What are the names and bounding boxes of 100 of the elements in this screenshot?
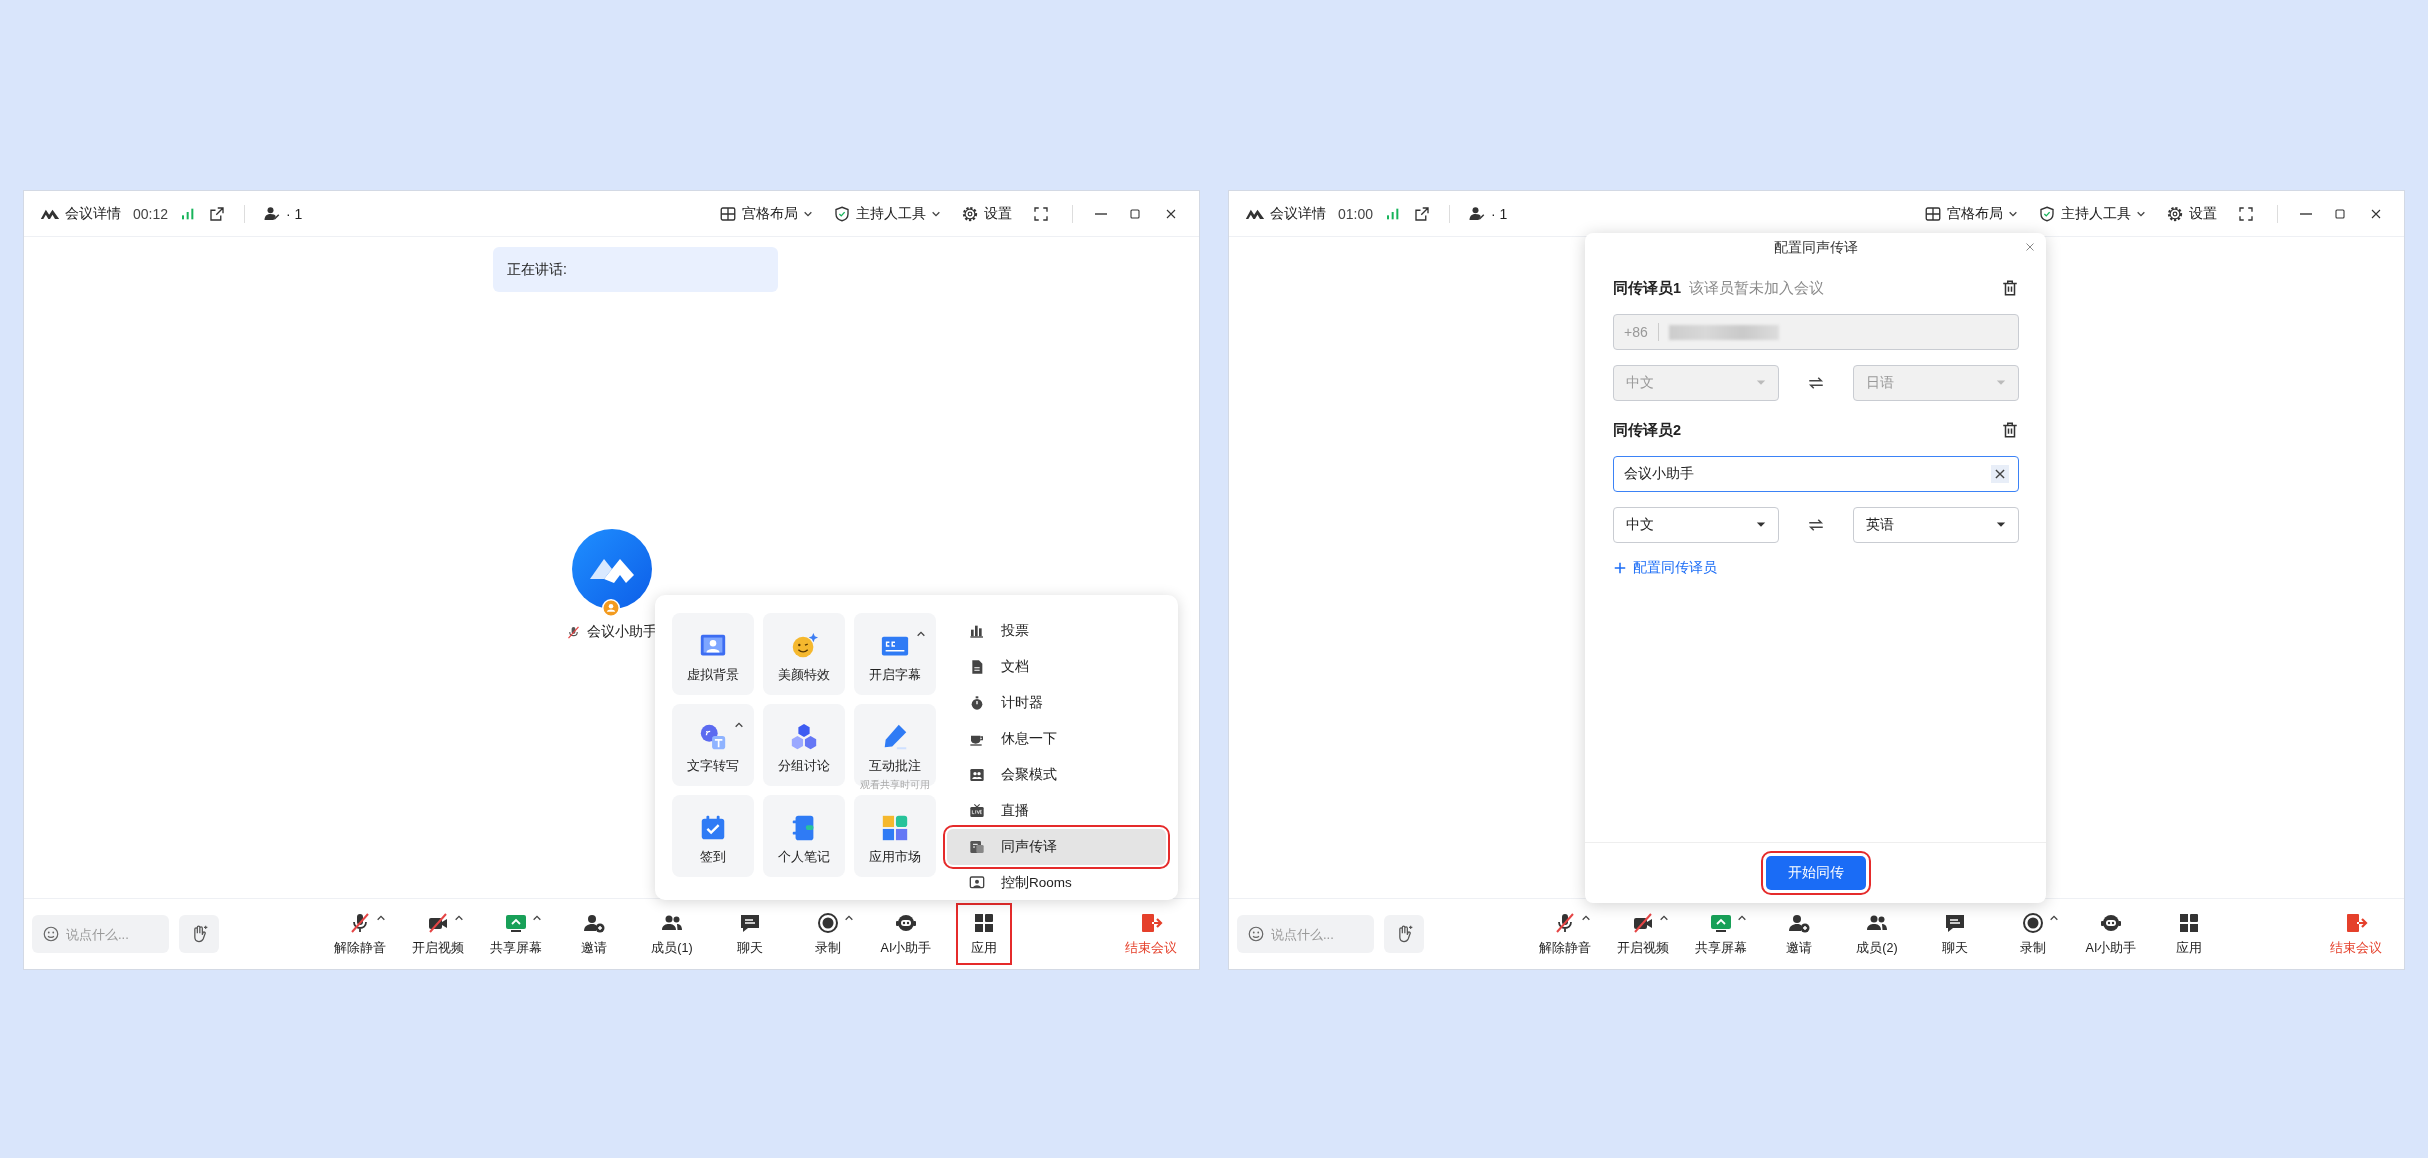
interpreter-status: 该译员暂未加入会议 xyxy=(1689,278,1825,298)
grid-icon xyxy=(719,204,737,223)
shield-icon xyxy=(2038,204,2056,223)
app-list-item[interactable]: 文档 xyxy=(947,649,1166,685)
toolbar-button[interactable]: 应用 xyxy=(2150,905,2228,963)
speaking-banner: 正在讲话: xyxy=(493,247,778,292)
toolbar-button[interactable]: 录制 xyxy=(1994,905,2072,963)
title-menu-button[interactable]: 主持人工具 xyxy=(2034,204,2150,223)
app-tile[interactable]: 虚拟背景 xyxy=(672,613,754,695)
title-menu-button[interactable]: 设置 xyxy=(2162,204,2221,223)
name-field[interactable]: 会议小助手 xyxy=(1613,456,2019,492)
smiley-icon xyxy=(1247,925,1265,943)
participant-count: · 1 xyxy=(286,205,303,222)
toolbar-button[interactable]: 开启视频 xyxy=(1604,905,1682,963)
record-icon xyxy=(816,911,840,935)
caret-icon xyxy=(1581,913,1591,923)
toolbar-button[interactable]: 共享屏幕 xyxy=(1682,905,1760,963)
fullscreen-icon xyxy=(2237,204,2255,223)
plus-icon xyxy=(1613,561,1627,575)
toolbar-button[interactable]: 解除静音 xyxy=(321,905,399,963)
raise-hand-button[interactable] xyxy=(1384,915,1424,953)
app-list-item[interactable]: 休息一下 xyxy=(947,721,1166,757)
interpreter-heading: 同传译员1 xyxy=(1613,278,1682,298)
muted-mic-icon xyxy=(1553,911,1577,935)
caret-icon xyxy=(1659,913,1669,923)
title-menu-button[interactable]: 宫格布局 xyxy=(715,204,817,223)
camera-off-icon xyxy=(1631,911,1655,935)
muted-mic-icon xyxy=(566,624,581,640)
window-title: 会议详情 xyxy=(1270,204,1326,223)
delete-button[interactable] xyxy=(2001,421,2019,439)
bar-chart-icon xyxy=(969,623,985,639)
interpreter-heading: 同传译员2 xyxy=(1613,420,1682,440)
end-meeting-button[interactable]: 结束会议 xyxy=(1117,911,1185,957)
external-link-icon xyxy=(1413,204,1432,223)
app-tile[interactable]: 文字转写 xyxy=(672,704,754,786)
delete-button[interactable] xyxy=(2001,279,2019,297)
clear-button[interactable] xyxy=(1991,465,2009,483)
app-list-item[interactable]: 投票 xyxy=(947,613,1166,649)
toolbar-button[interactable]: 成员(1) xyxy=(633,905,711,963)
app-tile[interactable]: 分组讨论 xyxy=(763,704,845,786)
window-title: 会议详情 xyxy=(65,204,121,223)
hexagons-icon xyxy=(789,722,819,752)
record-icon xyxy=(2021,911,2045,935)
presenter-icon xyxy=(969,875,985,891)
caret-icon xyxy=(734,720,744,730)
toolbar-button[interactable]: 应用 xyxy=(958,905,1010,963)
document-icon xyxy=(969,659,985,675)
toolbar-button[interactable]: 解除静音 xyxy=(1526,905,1604,963)
toolbar-button[interactable]: 邀请 xyxy=(1760,905,1838,963)
chat-field[interactable]: 说点什么... xyxy=(32,915,169,953)
country-code: +86 xyxy=(1624,324,1648,340)
toolbar-button[interactable]: 邀请 xyxy=(555,905,633,963)
title-menu-button[interactable]: 设置 xyxy=(957,204,1016,223)
dialog-title: 配置同声传译 xyxy=(1773,239,1858,257)
app-tile[interactable]: 应用市场 xyxy=(854,795,936,877)
settings-icon xyxy=(2166,204,2184,223)
meeting-timer: 01:00 xyxy=(1338,205,1374,222)
app-list-item[interactable]: 会聚模式 xyxy=(947,757,1166,793)
exit-icon xyxy=(1139,911,1163,935)
smiley-icon xyxy=(42,925,60,943)
chat-field[interactable]: 说点什么... xyxy=(1237,915,1374,953)
app-tile[interactable]: 签到 xyxy=(672,795,754,877)
app-tile[interactable]: 开启字幕 xyxy=(854,613,936,695)
toolbar-button[interactable]: 成员(2) xyxy=(1838,905,1916,963)
caret-icon xyxy=(376,913,386,923)
stopwatch-icon xyxy=(969,695,985,711)
close-icon xyxy=(2024,241,2036,253)
title-menu-button[interactable]: 主持人工具 xyxy=(829,204,945,223)
language-select[interactable]: 英语 xyxy=(1853,507,2019,543)
toolbar-button[interactable]: 录制 xyxy=(789,905,867,963)
caret-icon xyxy=(844,913,854,923)
raise-hand-button[interactable] xyxy=(179,915,219,953)
minimize-icon xyxy=(2300,212,2312,215)
caret-icon xyxy=(1737,913,1747,923)
app-blocks-icon xyxy=(880,813,910,843)
toolbar-button[interactable]: 共享屏幕 xyxy=(477,905,555,963)
title-menu-button[interactable]: 宫格布局 xyxy=(1920,204,2022,223)
app-list-item[interactable]: 计时器 xyxy=(947,685,1166,721)
caret-icon xyxy=(532,913,542,923)
fullscreen-icon xyxy=(1032,204,1050,223)
clear-icon xyxy=(1993,467,2007,481)
toolbar-button[interactable]: 聊天 xyxy=(711,905,789,963)
app-list-item[interactable]: 控制Rooms xyxy=(947,865,1166,900)
people-frame-icon xyxy=(969,767,985,783)
caret-icon xyxy=(2049,913,2059,923)
trash-icon xyxy=(2001,279,2019,297)
toolbar-button[interactable]: 开启视频 xyxy=(399,905,477,963)
caret-icon xyxy=(916,629,926,639)
add-interpreter-link[interactable]: 配置同传译员 xyxy=(1613,559,1717,577)
settings-icon xyxy=(961,204,979,223)
meeting-timer: 00:12 xyxy=(133,205,169,222)
person-icon xyxy=(1468,204,1487,223)
participant-count: · 1 xyxy=(1491,205,1508,222)
app-tile[interactable]: 个人笔记 xyxy=(763,795,845,877)
toolbar-button[interactable]: AI小助手 xyxy=(2072,905,2150,963)
toolbar-button[interactable]: 聊天 xyxy=(1916,905,1994,963)
app-tile[interactable]: 美颜特效 xyxy=(763,613,845,695)
end-meeting-button[interactable]: 结束会议 xyxy=(2322,911,2390,957)
toolbar-button[interactable]: AI小助手 xyxy=(867,905,945,963)
language-select[interactable]: 中文 xyxy=(1613,507,1779,543)
